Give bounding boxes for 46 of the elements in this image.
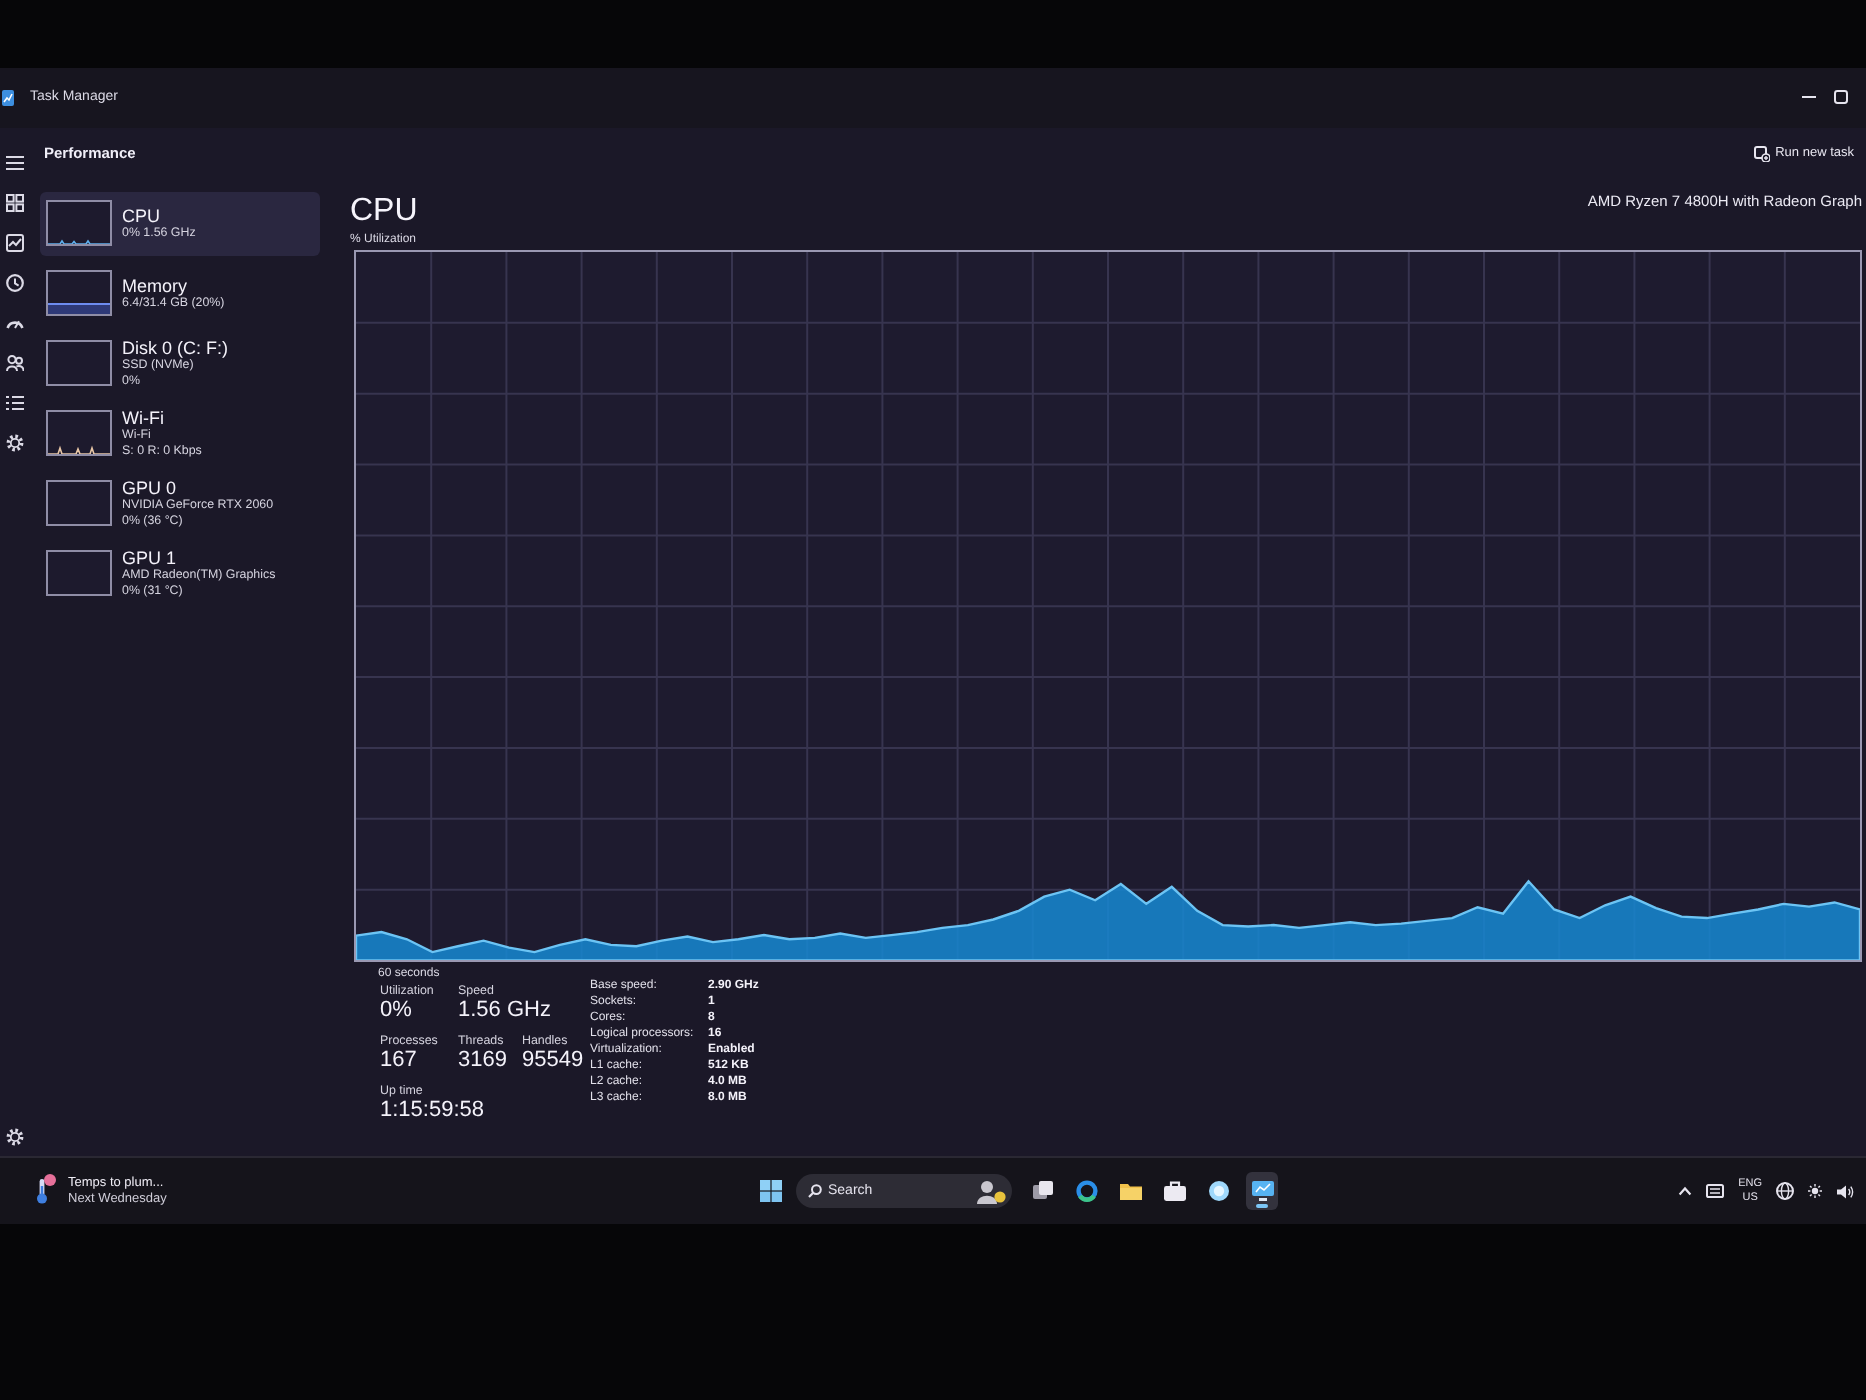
search-icon	[808, 1184, 822, 1198]
folder-icon	[1119, 1180, 1141, 1202]
mini-graph-drawing	[46, 480, 112, 527]
cog-icon[interactable]	[6, 433, 24, 452]
briefcase-icon	[1163, 1180, 1185, 1202]
stat-value: 95549	[522, 1048, 584, 1075]
device-name: Wi-Fi	[122, 408, 166, 429]
device-title: CPU	[350, 191, 418, 232]
device-name: GPU 0	[122, 478, 179, 499]
monitor-icon	[1251, 1180, 1273, 1202]
users-icon[interactable]	[6, 353, 24, 372]
menu-icon[interactable]	[6, 153, 24, 172]
notification-dot-icon	[44, 1173, 56, 1185]
sun-icon[interactable]	[1808, 1184, 1822, 1198]
maximize-icon[interactable]	[1834, 90, 1848, 105]
chevron-up-icon[interactable]	[1678, 1186, 1693, 1196]
mini-graph-drawing	[46, 200, 112, 247]
globe-icon[interactable]	[1776, 1182, 1794, 1200]
device-name: Memory	[122, 276, 190, 297]
mini-graph-drawing	[46, 550, 112, 597]
start-icon[interactable]	[760, 1180, 782, 1202]
task-view-icon	[1031, 1180, 1053, 1202]
stat-value: 1:15:59:58	[380, 1098, 484, 1125]
silhouette-icon	[976, 1180, 1006, 1204]
grid-icon[interactable]	[6, 193, 24, 212]
stat-value: 0%	[380, 998, 414, 1025]
clock-icon[interactable]	[6, 273, 24, 292]
keyboard-icon[interactable]	[1706, 1184, 1725, 1198]
app-icon	[2, 89, 14, 106]
chart-icon[interactable]	[6, 233, 24, 252]
mini-graph-drawing	[46, 270, 112, 317]
device-name: CPU	[122, 206, 163, 227]
stat-value: 167	[380, 1048, 419, 1075]
window-plus-icon	[1753, 145, 1770, 162]
stat-value: 3169	[458, 1048, 509, 1075]
settings-icon[interactable]	[6, 1128, 24, 1146]
mini-graph-drawing	[46, 340, 112, 387]
stat-value: 1.56 GHz	[458, 998, 551, 1025]
speaker-icon[interactable]	[1836, 1183, 1854, 1199]
list-icon[interactable]	[6, 393, 24, 412]
taskbar-app-button[interactable]	[1246, 1172, 1278, 1210]
device-name: Disk 0 (C: F:)	[122, 338, 228, 359]
device-name: GPU 1	[122, 548, 179, 569]
orb-icon	[1207, 1180, 1229, 1202]
browser-icon	[1075, 1180, 1097, 1202]
mini-graph-drawing	[46, 410, 112, 457]
